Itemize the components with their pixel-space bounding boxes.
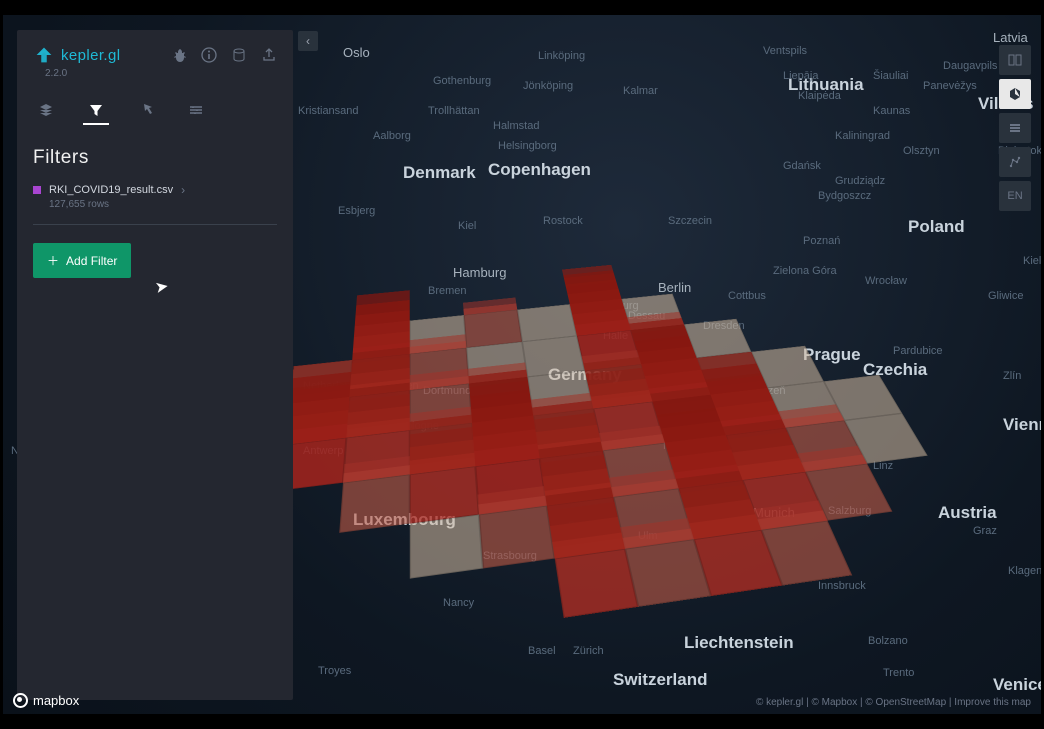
map-label: Šiauliai (873, 70, 908, 82)
dataset-color-swatch (33, 186, 41, 194)
map-label: Halmstad (493, 120, 539, 132)
panel-tabs (17, 87, 293, 125)
attrib-improve[interactable]: Improve this map (954, 697, 1031, 708)
map-legend-button[interactable] (999, 113, 1031, 143)
map-label: Trento (883, 667, 914, 679)
split-map-button[interactable] (999, 45, 1031, 75)
locale-button[interactable]: EN (999, 181, 1031, 211)
collapse-sidebar-button[interactable]: ‹ (298, 31, 318, 51)
map-label: Copenhagen (488, 160, 591, 180)
map-label: Vienna (1003, 415, 1041, 435)
map-label: Helsingborg (498, 140, 557, 152)
map-label: Latvia (993, 30, 1028, 45)
attrib-kepler[interactable]: © kepler.gl (756, 697, 803, 708)
attrib-osm[interactable]: © OpenStreetMap (865, 697, 946, 708)
map-label: Daugavpils (943, 60, 997, 72)
map-attribution: © kepler.gl | © Mapbox | © OpenStreetMap… (756, 697, 1031, 708)
dataset-row[interactable]: RKI_COVID19_result.csv › (17, 179, 293, 197)
app-logo[interactable]: kepler.gl (33, 44, 120, 66)
map-label: Grudziądz (835, 175, 885, 187)
chevron-right-icon: › (181, 183, 185, 197)
map-label: Venice (993, 675, 1041, 695)
map-label: Gothenburg (433, 75, 491, 87)
map-draw-button[interactable] (999, 147, 1031, 177)
map-label: Kaunas (873, 105, 910, 117)
map-label: Oslo (343, 45, 370, 60)
map-label: Gdańsk (783, 160, 821, 172)
kepler-logo-icon (33, 44, 55, 66)
bug-icon[interactable] (171, 47, 187, 63)
add-filter-label: Add Filter (66, 254, 117, 268)
map-label: Ventspils (763, 45, 807, 57)
map-label: Poznań (803, 235, 840, 247)
toggle-3d-button[interactable] (999, 79, 1031, 109)
map-label: Linköping (538, 50, 585, 62)
attrib-mapbox[interactable]: © Mapbox (812, 697, 858, 708)
tab-filters[interactable] (83, 97, 109, 125)
map-label: Troyes (318, 665, 351, 677)
tab-layers[interactable] (33, 97, 59, 125)
info-icon[interactable] (201, 47, 217, 63)
map-label: Hamburg (453, 265, 506, 280)
map-label: Kalmar (623, 85, 658, 97)
mapbox-logo[interactable]: mapbox (13, 693, 79, 708)
map-label: Jönköping (523, 80, 573, 92)
map-label: Lithuania (788, 75, 864, 95)
map-label: Switzerland (613, 670, 707, 690)
share-icon[interactable] (261, 47, 277, 63)
map-label: Kristiansand (298, 105, 359, 117)
map-label: Zlín (1003, 370, 1021, 382)
map-label: Rostock (543, 215, 583, 227)
divider (33, 224, 277, 225)
tab-basemap[interactable] (183, 97, 209, 125)
panel-title: Filters (17, 125, 293, 179)
map-label: Liepāja (783, 70, 818, 82)
map-label: Bydgoszcz (818, 190, 871, 202)
map-label: Panevėžys (923, 80, 977, 92)
grid-layer-viz (249, 247, 1041, 665)
map-label: Innsbruck (818, 580, 866, 592)
app-version: 2.2.0 (17, 68, 293, 79)
app-name: kepler.gl (61, 47, 120, 64)
map-label: Liechtenstein (684, 633, 794, 653)
map-controls: EN (999, 45, 1031, 211)
map-label: Basel (528, 645, 556, 657)
map-label: Kielce (1023, 255, 1041, 267)
map-label: Esbjerg (338, 205, 375, 217)
map-label: Denmark (403, 163, 476, 183)
map-label: Klaipėda (798, 90, 841, 102)
mapbox-logo-icon (13, 693, 28, 708)
map-label: Gliwice (988, 290, 1023, 302)
map-label: Klagenfurt (1008, 565, 1041, 577)
map-label: Aalborg (373, 130, 411, 142)
map-label: Kaliningrad (835, 130, 890, 142)
map-label: Poland (908, 217, 965, 237)
map-label: Bolzano (868, 635, 908, 647)
side-panel: kepler.gl 2.2.0 Filters RKI_COVID19_resu… (17, 30, 293, 700)
map-label: Trollhättan (428, 105, 480, 117)
storage-icon[interactable] (231, 47, 247, 63)
add-filter-button[interactable]: ＋ Add Filter (33, 243, 131, 278)
tab-interactions[interactable] (133, 97, 159, 125)
map-label: Zürich (573, 645, 604, 657)
plus-icon: ＋ (47, 252, 59, 269)
map-label: Olsztyn (903, 145, 940, 157)
map-label: Szczecin (668, 215, 712, 227)
dataset-row-count: 127,655 rows (17, 197, 293, 224)
map-label: Kiel (458, 220, 476, 232)
dataset-name: RKI_COVID19_result.csv (49, 184, 173, 196)
